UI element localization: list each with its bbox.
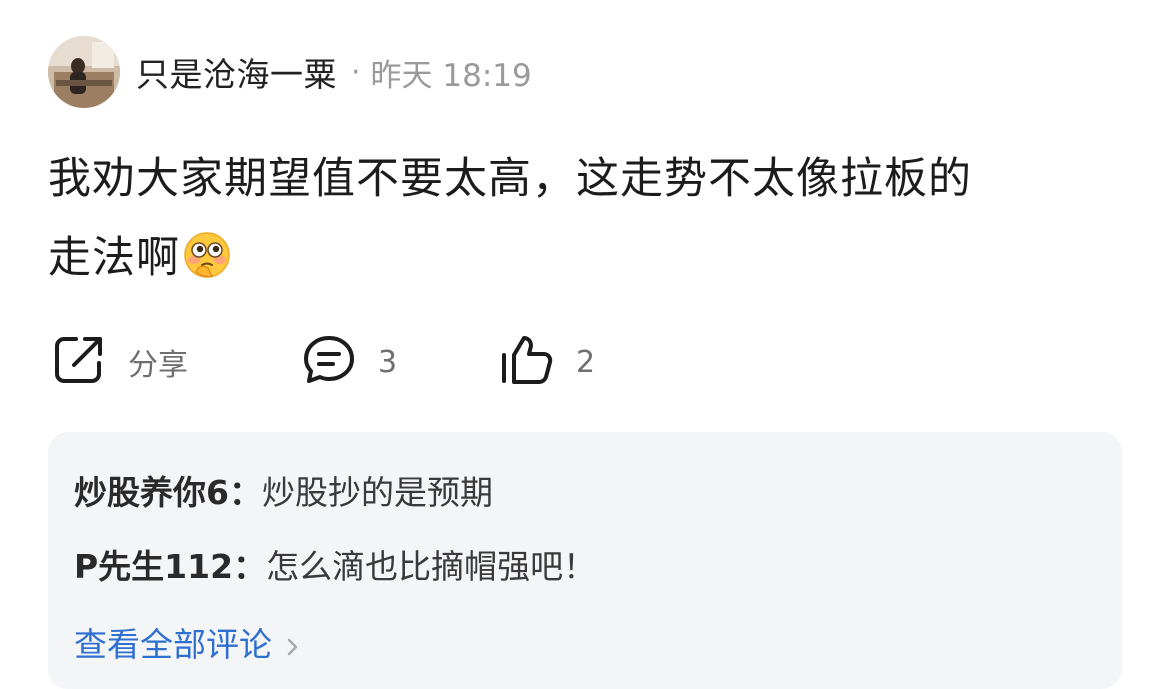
comment-author[interactable]: 炒股养你6 (74, 473, 229, 512)
share-label: 分享 (128, 348, 188, 383)
comment-button[interactable]: 3 (302, 334, 397, 390)
like-count: 2 (576, 344, 596, 380)
view-all-comments-label: 查看全部评论 (74, 625, 272, 664)
comment-item[interactable]: P先生112：怎么滴也比摘帽强吧！ (74, 540, 596, 588)
separator-dot: · (351, 54, 361, 90)
comment-author[interactable]: P先生112 (74, 547, 233, 586)
chevron-right-icon (284, 629, 302, 656)
post-text-line-1: 我劝大家期望值不要太高，这走势不太像拉板的 (48, 154, 972, 204)
comment-text: 怎么滴也比摘帽强吧！ (266, 547, 597, 586)
comment-icon (302, 333, 356, 391)
comment-text: 炒股抄的是预期 (261, 473, 493, 512)
post-content: 我劝大家期望值不要太高，这走势不太像拉板的 走法啊 (48, 140, 1128, 298)
thumbs-up-icon (498, 333, 554, 391)
action-bar: 分享 3 2 (52, 334, 752, 390)
flushed-thinking-emoji-icon (182, 227, 232, 278)
comment-count: 3 (378, 344, 398, 380)
post-timestamp: 昨天 18:19 (370, 57, 532, 94)
post-card: 只是沧海一粟 · 昨天 18:19 我劝大家期望值不要太高，这走势不太像拉板的 … (0, 0, 1170, 689)
comments-preview: 炒股养你6：炒股抄的是预期 P先生112：怎么滴也比摘帽强吧！ 查看全部评论 (48, 432, 1122, 689)
comment-item[interactable]: 炒股养你6：炒股抄的是预期 (74, 466, 493, 514)
comment-separator: ： (228, 473, 262, 512)
post-header: 只是沧海一粟 · 昨天 18:19 (48, 36, 532, 108)
share-icon (52, 333, 106, 391)
username[interactable]: 只是沧海一粟 (136, 48, 337, 96)
comment-separator: ： (233, 547, 267, 586)
share-button[interactable]: 分享 (52, 334, 188, 390)
like-button[interactable]: 2 (498, 334, 595, 390)
view-all-comments-link[interactable]: 查看全部评论 (74, 618, 302, 666)
post-text-line-2-text: 走法啊 (48, 233, 180, 283)
avatar[interactable] (48, 36, 120, 108)
post-text-line-2: 走法啊 (48, 219, 1128, 298)
